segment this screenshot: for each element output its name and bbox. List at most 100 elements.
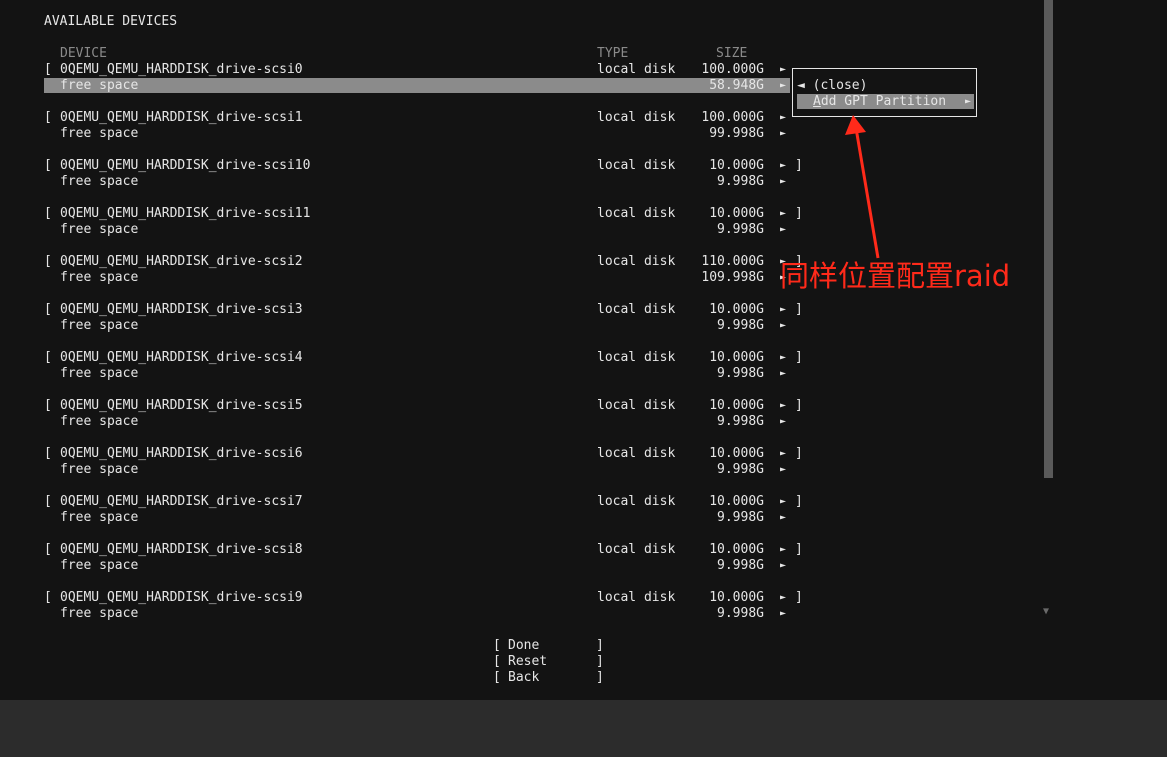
free-space-size: 58.948G [709,78,764,93]
disk-menu-arrow-icon[interactable]: ► [780,542,786,558]
disk-open-bracket: [ [44,542,52,557]
disk-type: local disk [597,494,676,509]
free-space-menu-arrow-icon[interactable]: ► [780,174,786,190]
disk-close-bracket: ] [795,302,803,317]
disk-size: 10.000G [709,350,764,365]
disk-menu-arrow-icon[interactable]: ► [780,446,786,462]
disk-menu-arrow-icon[interactable]: ► [780,398,786,414]
disk-open-bracket: [ [44,350,52,365]
bottom-bar [0,700,1167,757]
free-space-label: free space [60,270,139,285]
disk-name: 0QEMU_QEMU_HARDDISK_drive-scsi9 [60,590,303,605]
free-space-label: free space [60,366,139,381]
free-space-size: 9.998G [717,174,764,189]
disk-menu-arrow-icon[interactable]: ► [780,206,786,222]
button-right-bracket: ] [596,654,604,669]
right-margin [1055,0,1167,700]
button-label: Back [508,670,540,685]
free-space-size: 9.998G [717,318,764,333]
disk-size: 10.000G [709,158,764,173]
disk-type: local disk [597,446,676,461]
free-space-size: 9.998G [717,462,764,477]
disk-menu-arrow-icon[interactable]: ► [780,302,786,318]
menu-add-label: dd GPT Partition [820,94,947,109]
disk-menu-arrow-icon[interactable]: ► [780,494,786,510]
free-space-menu-arrow-icon[interactable]: ► [780,78,786,94]
annotation-text: 同样位置配置raid [780,259,1011,293]
free-space-menu-arrow-icon[interactable]: ► [780,558,786,574]
free-space-size: 109.998G [701,270,764,285]
disk-type: local disk [597,590,676,605]
disk-type: local disk [597,110,676,125]
free-space-menu-arrow-icon[interactable]: ► [780,606,786,622]
disk-size: 10.000G [709,302,764,317]
disk-name: 0QEMU_QEMU_HARDDISK_drive-scsi4 [60,350,303,365]
menu-add-gpt-partition-item[interactable]: Add GPT Partition ► [797,94,974,109]
back-arrow-icon: ◄ [797,78,805,93]
free-space-label: free space [60,126,139,141]
disk-name: 0QEMU_QEMU_HARDDISK_drive-scsi11 [60,206,311,221]
disk-menu-arrow-icon[interactable]: ► [780,590,786,606]
free-space-menu-arrow-icon[interactable]: ► [780,126,786,142]
disk-menu-arrow-icon[interactable]: ► [780,62,786,78]
column-header-type: TYPE [597,46,629,61]
free-space-menu-arrow-icon[interactable]: ► [780,318,786,334]
disk-size: 10.000G [709,206,764,221]
disk-size: 100.000G [701,62,764,77]
disk-close-bracket: ] [795,158,803,173]
button-label: Done [508,638,540,653]
installer-terminal: AVAILABLE DEVICES DEVICE TYPE SIZE [0QEM… [0,0,1055,700]
free-space-menu-arrow-icon[interactable]: ► [780,414,786,430]
scrollbar[interactable] [1044,0,1053,478]
button-right-bracket: ] [596,670,604,685]
disk-size: 10.000G [709,542,764,557]
free-space-label: free space [60,510,139,525]
free-space-size: 9.998G [717,510,764,525]
button-label: Reset [508,654,548,669]
disk-close-bracket: ] [795,590,803,605]
free-space-menu-arrow-icon[interactable]: ► [780,366,786,382]
disk-open-bracket: [ [44,446,52,461]
disk-open-bracket: [ [44,494,52,509]
disk-open-bracket: [ [44,110,52,125]
disk-open-bracket: [ [44,158,52,173]
free-space-menu-arrow-icon[interactable]: ► [780,462,786,478]
button-left-bracket: [ [493,670,501,685]
disk-size: 10.000G [709,446,764,461]
disk-name: 0QEMU_QEMU_HARDDISK_drive-scsi8 [60,542,303,557]
disk-name: 0QEMU_QEMU_HARDDISK_drive-scsi6 [60,446,303,461]
disk-menu-arrow-icon[interactable]: ► [780,350,786,366]
free-space-menu-arrow-icon[interactable]: ► [780,222,786,238]
column-header-size: SIZE [716,46,748,61]
disk-name: 0QEMU_QEMU_HARDDISK_drive-scsi3 [60,302,303,317]
disk-open-bracket: [ [44,62,52,77]
free-space-label: free space [60,318,139,333]
disk-name: 0QEMU_QEMU_HARDDISK_drive-scsi5 [60,398,303,413]
disk-open-bracket: [ [44,302,52,317]
free-space-label: free space [60,414,139,429]
disk-open-bracket: [ [44,254,52,269]
menu-close-item[interactable]: ◄ (close) [797,78,867,94]
disk-name: 0QEMU_QEMU_HARDDISK_drive-scsi10 [60,158,311,173]
disk-size: 100.000G [701,110,764,125]
disk-type: local disk [597,350,676,365]
scroll-down-indicator[interactable]: ▼ [1043,604,1049,620]
disk-name: 0QEMU_QEMU_HARDDISK_drive-scsi7 [60,494,303,509]
disk-type: local disk [597,542,676,557]
context-menu: ◄ (close) Add GPT Partition ► [792,68,977,117]
disk-type: local disk [597,398,676,413]
disk-name: 0QEMU_QEMU_HARDDISK_drive-scsi2 [60,254,303,269]
disk-menu-arrow-icon[interactable]: ► [780,158,786,174]
free-space-menu-arrow-icon[interactable]: ► [780,510,786,526]
disk-type: local disk [597,62,676,77]
selected-row-highlight [44,78,790,93]
free-space-size: 9.998G [717,606,764,621]
free-space-label: free space [60,558,139,573]
disk-size: 10.000G [709,494,764,509]
disk-close-bracket: ] [795,398,803,413]
disk-open-bracket: [ [44,206,52,221]
submenu-arrow-icon: ► [965,96,972,107]
disk-menu-arrow-icon[interactable]: ► [780,110,786,126]
disk-name: 0QEMU_QEMU_HARDDISK_drive-scsi1 [60,110,303,125]
free-space-label: free space [60,222,139,237]
